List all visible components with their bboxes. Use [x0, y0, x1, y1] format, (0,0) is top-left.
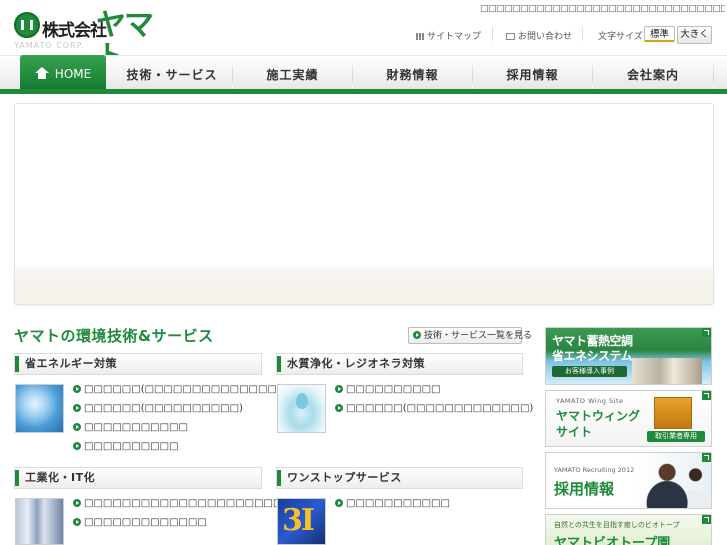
nav-home[interactable]: HOME [20, 55, 106, 92]
nav-financial-info[interactable]: 財務情報 [353, 56, 472, 92]
nav-company-info[interactable]: 会社案内 [593, 56, 713, 92]
link-label: □□□□□□□□□□□ [84, 422, 188, 433]
link-label: □□□□□□□□□□□ [346, 498, 450, 509]
link-label: □□□□□□□□□□□□□ [84, 517, 207, 528]
banner-small-text: YAMATO Wing Site [556, 397, 624, 405]
category-heading-water: 水質浄化・レジオネラ対策 [276, 353, 523, 375]
services-list-button[interactable]: 技術・サービス一覧を見る [408, 327, 532, 344]
external-link-icon [702, 391, 711, 400]
arrow-right-icon [73, 499, 81, 507]
logo-mark-icon [14, 12, 40, 38]
external-link-icon [702, 328, 711, 337]
category-heading-industrialization: 工業化・IT化 [14, 467, 262, 489]
banner-tag: お客様導入事例 [552, 366, 627, 377]
mail-icon [506, 33, 515, 40]
services-list-label: 技術・サービス一覧を見る [424, 331, 533, 341]
banner-small-text: YAMATO Recruiting 2012 [554, 466, 635, 474]
sitemap-link[interactable]: サイトマップ [416, 29, 481, 42]
nav-construction-results[interactable]: 施工実績 [233, 56, 352, 92]
arrow-right-icon [73, 385, 81, 393]
link-label: □□□□□□□□□□ [84, 441, 179, 452]
people-image [644, 457, 710, 508]
link-label: □□□□□□(□□□□□□□□□□) [84, 403, 243, 414]
logo-sub-text: YAMATO CORP. [14, 41, 85, 50]
recruiting-banner[interactable]: YAMATO Recruiting 2012 採用情報 [545, 452, 712, 509]
util-divider [492, 27, 493, 41]
category-heading-energy: 省エネルギー対策 [14, 353, 262, 375]
header-tagline: □□□□□□□□□□□□□□□□□□□□□□□□□□□□□□□□□□□ □□□□… [480, 4, 725, 14]
energy-link[interactable]: □□□□□□(□□□□□□□□□□□□□□□) [73, 384, 290, 395]
category-heading-one-stop: ワンストップサービス [276, 467, 523, 489]
boxes-image [654, 397, 692, 429]
banner-title-line2: サイト [556, 425, 593, 439]
banner-title: 採用情報 [554, 480, 615, 498]
arrow-right-icon [335, 404, 343, 412]
company-logo[interactable]: 株式会社 ヤマト YAMATO CORP. [14, 10, 179, 74]
industrial-link[interactable]: □□□□□□□□□□□□□□□□□□□□□ [73, 498, 282, 509]
home-icon [34, 67, 49, 79]
3i-thumbnail[interactable]: 3I [277, 498, 326, 545]
link-label: □□□□□□□□□□□□□□□□□□□□□ [84, 498, 283, 509]
arrow-right-icon [73, 423, 81, 431]
nav-underline [0, 89, 727, 94]
banner-title-line2: 省エネシステム [552, 349, 633, 363]
hero-area [14, 103, 714, 305]
contact-label: お問い合わせ [518, 32, 573, 42]
water-link[interactable]: □□□□□□(□□□□□□□□□□□□□) [335, 403, 533, 414]
link-label: □□□□□□(□□□□□□□□□□□□□□□) [84, 384, 291, 395]
water-thumbnail[interactable] [277, 384, 326, 433]
font-size-label: 文字サイズ [598, 32, 643, 42]
link-label: □□□□□□□□□□ [346, 384, 441, 395]
nav-recruitment[interactable]: 採用情報 [473, 56, 592, 92]
energy-link[interactable]: □□□□□□□□□□ [73, 441, 178, 452]
banner-title: ヤマトビオトープ園 [554, 536, 671, 545]
one-stop-link[interactable]: □□□□□□□□□□□ [335, 498, 450, 509]
font-size-standard-button[interactable]: 標準 [644, 26, 675, 42]
banner-title-line1: ヤマトウィング [556, 409, 641, 423]
energy-link[interactable]: □□□□□□(□□□□□□□□□□) [73, 403, 243, 414]
arrow-right-icon [73, 442, 81, 450]
font-size-large-button[interactable]: 大きく [677, 26, 712, 44]
biotope-banner[interactable]: 自然との共生を目指す癒しのビオトープ ヤマトビオトープ園 [545, 514, 712, 545]
sitemap-icon [416, 33, 424, 40]
external-link-icon [702, 515, 711, 524]
water-link[interactable]: □□□□□□□□□□ [335, 384, 440, 395]
sitemap-label: サイトマップ [427, 32, 482, 42]
section-title: ヤマトの環境技術&サービス [14, 327, 214, 345]
util-divider [582, 27, 583, 41]
arrow-right-icon [413, 331, 421, 339]
arrow-right-icon [335, 499, 343, 507]
industrial-link[interactable]: □□□□□□□□□□□□□ [73, 517, 207, 528]
building-image [632, 358, 702, 384]
nav-technology-services[interactable]: 技術・サービス [112, 56, 232, 92]
thermal-storage-banner[interactable]: ヤマト蓄熱空調 省エネシステム お客様導入事例 [545, 327, 712, 385]
nav-home-label: HOME [54, 67, 92, 81]
wing-site-banner[interactable]: YAMATO Wing Site ヤマトウィング サイト 取引業者専用 [545, 390, 712, 447]
factory-thumbnail[interactable] [15, 498, 64, 545]
banner-tag: 取引業者専用 [647, 431, 705, 442]
banner-small-text: 自然との共生を目指す癒しのビオトープ [554, 521, 680, 529]
arrow-right-icon [73, 404, 81, 412]
energy-thumbnail[interactable] [15, 384, 64, 433]
global-nav: HOME 技術・サービス 施工実績 財務情報 採用情報 会社案内 [0, 55, 727, 92]
contact-link[interactable]: お問い合わせ [506, 29, 572, 42]
energy-link[interactable]: □□□□□□□□□□□ [73, 422, 188, 433]
arrow-right-icon [73, 518, 81, 526]
nav-divider [713, 60, 714, 90]
arrow-right-icon [335, 385, 343, 393]
link-label: □□□□□□(□□□□□□□□□□□□□) [346, 403, 534, 414]
3i-logo-text: 3I [282, 503, 315, 538]
